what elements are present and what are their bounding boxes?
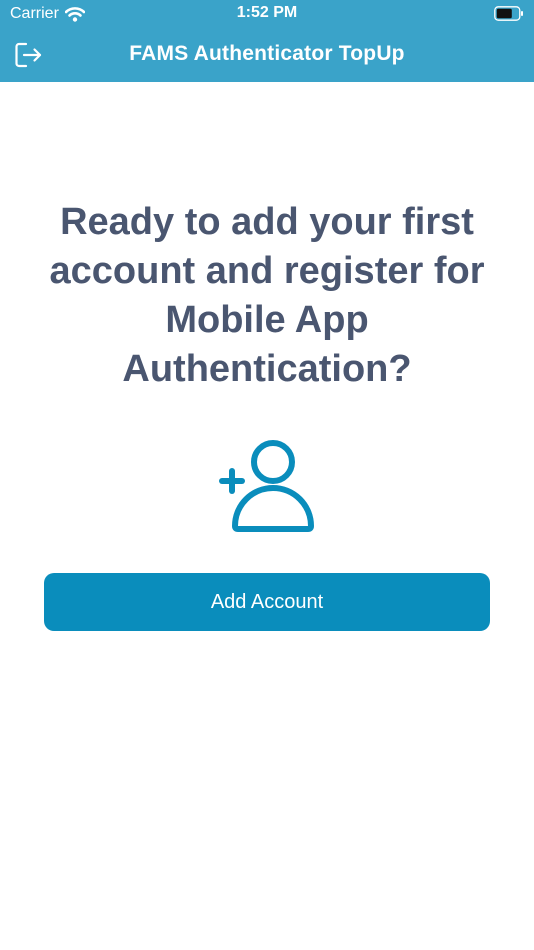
onboarding-headline: Ready to add your first account and regi… [49,201,485,390]
add-account-button[interactable]: Add Account [44,573,490,631]
battery-icon [494,6,523,21]
status-time: 1:52 PM [236,4,298,21]
app-title: FAMS Authenticator TopUp [129,42,405,65]
app-header: Carrier 1:52 PM FAMS Authenticator TopUp [0,0,534,82]
nav-bar: FAMS Authenticator TopUp [0,34,534,76]
status-bar: Carrier 1:52 PM [0,0,534,28]
add-user-icon [219,440,314,532]
